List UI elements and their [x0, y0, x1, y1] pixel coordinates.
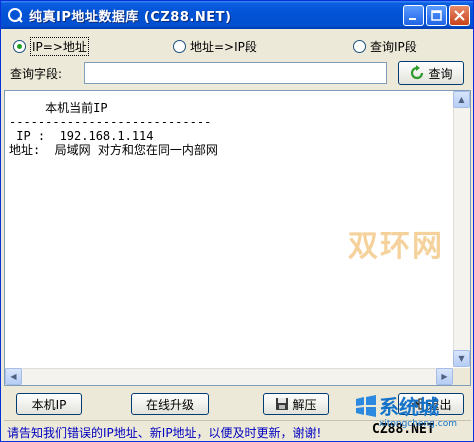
query-input[interactable]	[84, 62, 387, 84]
scroll-right-button[interactable]: ▶	[436, 368, 453, 385]
query-button[interactable]: 查询	[398, 61, 464, 85]
result-area[interactable]: 本机当前IP ---------------------------- IP :…	[4, 90, 471, 386]
watermark-text: 双环网	[348, 229, 444, 264]
refresh-icon	[411, 65, 424, 80]
unzip-button-label: 解压	[292, 397, 317, 412]
scrollbar-corner	[453, 368, 470, 385]
local-ip-button[interactable]: 本机IP	[16, 393, 82, 415]
app-icon	[8, 8, 23, 23]
scroll-down-button[interactable]: ▼	[453, 350, 470, 367]
site-logo: 系统城 xitongcheng.com	[353, 389, 473, 441]
radio-button[interactable]	[173, 39, 186, 53]
vertical-scrollbar[interactable]: ▲ ▼	[453, 91, 470, 367]
online-update-button[interactable]: 在线升级	[131, 393, 209, 415]
floppy-disk-icon	[276, 398, 289, 410]
close-icon	[454, 10, 465, 21]
title-bar[interactable]: 纯真IP地址数据库 (CZ88.NET)	[1, 1, 473, 29]
logo-url: xitongcheng.com	[379, 419, 457, 429]
app-window: 纯真IP地址数据库 (CZ88.NET) IP=>地址 地址=>IP段 查询IP…	[0, 0, 474, 442]
radio-label: 地址=>IP段	[190, 39, 257, 54]
online-update-button-label: 在线升级	[145, 397, 194, 412]
horizontal-scrollbar[interactable]: ◀ ▶	[5, 368, 453, 385]
arrow-up-icon: ▲	[458, 95, 465, 104]
query-button-label: 查询	[428, 66, 453, 81]
arrow-left-icon: ◀	[10, 372, 17, 381]
minimize-icon	[409, 18, 416, 20]
scroll-up-button[interactable]: ▲	[453, 91, 470, 108]
maximize-button[interactable]	[426, 5, 447, 26]
query-field-label: 查询字段:	[10, 67, 63, 81]
maximize-icon	[431, 10, 442, 21]
arrow-right-icon: ▶	[441, 372, 448, 381]
scroll-left-button[interactable]: ◀	[5, 368, 22, 385]
minimize-button[interactable]	[403, 5, 424, 26]
logo-name: 系统城	[379, 395, 439, 419]
status-message: 请告知我们错误的IP地址、新IP地址，以便及时更新，谢谢!	[7, 426, 322, 440]
radio-label: 查询IP段	[370, 39, 417, 54]
result-text: 本机当前IP ---------------------------- IP :…	[9, 101, 218, 157]
radio-label: IP=>地址	[30, 36, 89, 56]
windows-flag-icon	[356, 395, 376, 417]
radio-address-to-ip-range[interactable]: 地址=>IP段	[173, 37, 257, 55]
radio-button[interactable]	[353, 39, 366, 53]
close-button[interactable]	[449, 5, 470, 26]
arrow-down-icon: ▼	[458, 354, 465, 363]
radio-ip-to-address[interactable]: IP=>地址	[13, 36, 89, 56]
radio-button-checked[interactable]	[13, 39, 26, 53]
local-ip-button-label: 本机IP	[31, 397, 67, 412]
unzip-button[interactable]: 解压	[263, 393, 329, 415]
window-title: 纯真IP地址数据库 (CZ88.NET)	[29, 10, 232, 25]
radio-query-ip-range[interactable]: 查询IP段	[353, 37, 417, 55]
